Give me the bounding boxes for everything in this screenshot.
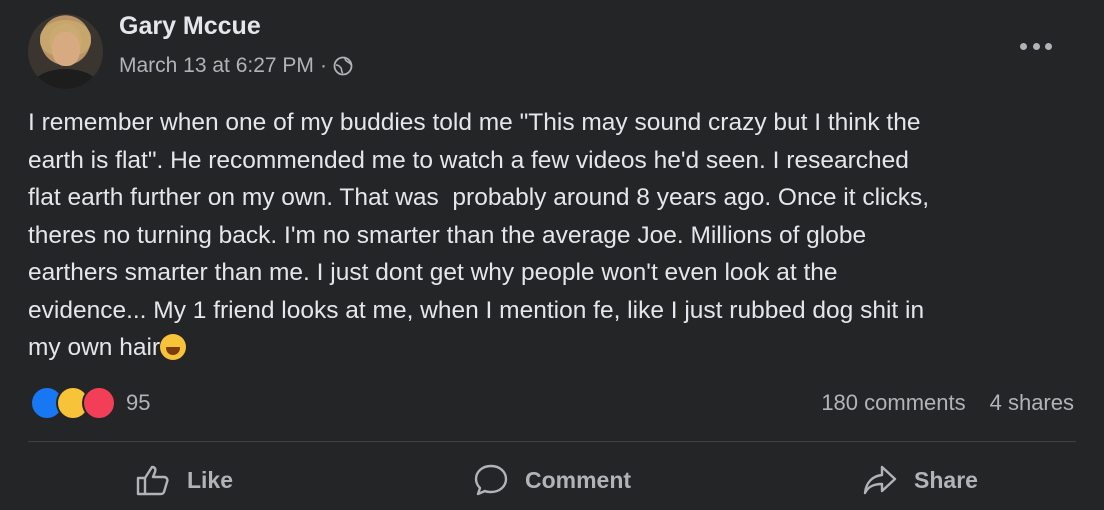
like-label: Like <box>186 466 234 493</box>
comment-label: Comment <box>524 466 632 493</box>
comment-icon <box>474 464 508 496</box>
reaction-count[interactable]: 95 <box>126 390 150 416</box>
post-actions: Like Comment Share <box>0 458 1104 502</box>
post-header: Gary Mccue March 13 at 6:27 PM · <box>28 11 353 89</box>
post-meta: Gary Mccue March 13 at 6:27 PM · <box>119 11 353 81</box>
love-icon <box>82 386 116 420</box>
author-name[interactable]: Gary Mccue <box>119 11 353 41</box>
divider <box>28 441 1076 442</box>
post-time-row: March 13 at 6:27 PM · <box>119 51 353 81</box>
share-button[interactable]: Share <box>736 458 1104 502</box>
reactions-summary[interactable]: 95 <box>30 386 150 420</box>
share-label: Share <box>914 466 978 493</box>
grinning-tongue-emoji <box>160 334 187 360</box>
post-text: I remember when one of my buddies told m… <box>28 104 1078 367</box>
post-stats: 180 comments 4 shares <box>821 390 1074 416</box>
like-button[interactable]: Like <box>0 458 368 502</box>
comments-count[interactable]: 180 comments <box>821 390 965 416</box>
post-body: I remember when one of my buddies told m… <box>28 109 930 361</box>
share-icon <box>863 465 897 495</box>
separator: · <box>319 53 327 77</box>
globe-icon[interactable] <box>333 56 353 76</box>
thumbs-up-icon <box>136 465 169 496</box>
comment-button[interactable]: Comment <box>368 458 736 502</box>
avatar[interactable] <box>28 14 103 89</box>
more-options-icon[interactable] <box>1020 36 1052 56</box>
post-timestamp[interactable]: March 13 at 6:27 PM <box>119 51 314 81</box>
shares-count[interactable]: 4 shares <box>990 390 1074 416</box>
